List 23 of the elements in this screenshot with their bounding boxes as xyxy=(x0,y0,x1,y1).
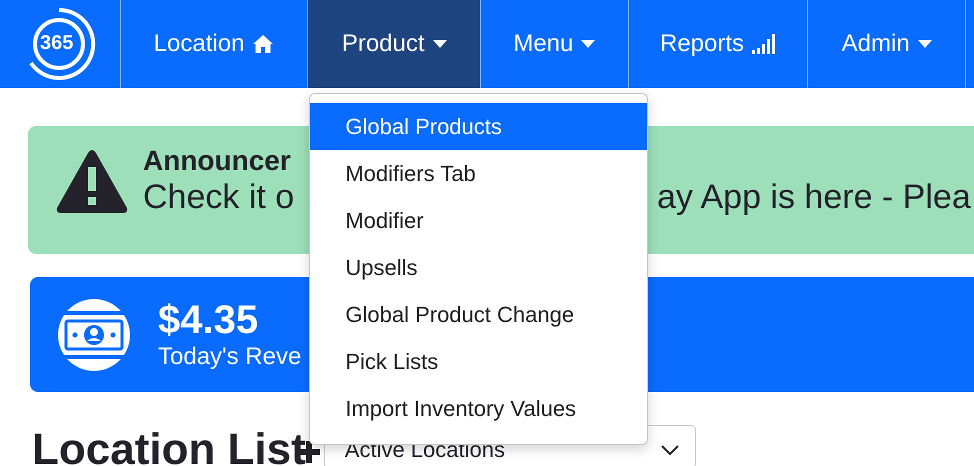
home-icon xyxy=(252,34,274,54)
announcement-text: ay App is here - Plea xyxy=(657,177,971,217)
revenue-amount: $4.35 xyxy=(158,298,258,342)
nav-link[interactable]: Admin xyxy=(842,30,932,58)
nav-link[interactable]: Product xyxy=(342,30,447,58)
logo-text: 365 xyxy=(40,31,74,55)
signal-bars-icon xyxy=(752,34,776,54)
menu-item[interactable]: Upsells xyxy=(310,244,648,291)
nav-link[interactable]: Reports xyxy=(660,30,776,58)
menu-item[interactable]: Global Product Change xyxy=(310,291,648,338)
announcement-title: Announcer xyxy=(143,145,291,177)
chevron-down-icon xyxy=(660,445,679,455)
money-bill-icon xyxy=(58,298,130,370)
revenue-label: Today's Reve xyxy=(158,342,302,372)
menu-item[interactable]: Modifier xyxy=(310,197,648,244)
nav-link[interactable]: Menu xyxy=(513,30,596,58)
menu-item[interactable]: Modifiers Tab xyxy=(310,150,648,197)
page-heading: Location List xyxy=(32,425,306,466)
nav-link[interactable]: Location xyxy=(154,30,274,58)
warning-icon xyxy=(56,148,128,214)
menu-item[interactable]: Pick Lists xyxy=(310,338,648,385)
announcement-text: Check it o xyxy=(143,177,296,217)
menu-item[interactable]: Global Products xyxy=(310,103,648,150)
